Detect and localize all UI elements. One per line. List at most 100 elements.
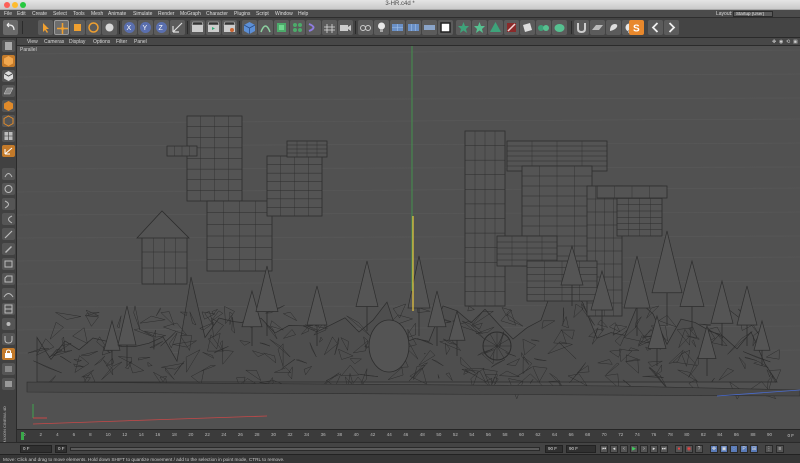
prev-frame-button[interactable]: ‹ — [620, 445, 628, 453]
move-tool-button[interactable] — [54, 20, 69, 35]
viewport-menu-filter[interactable]: Filter — [116, 39, 127, 45]
soft-selection-button[interactable] — [2, 183, 15, 195]
menu-plugins[interactable]: Plugins — [234, 11, 250, 17]
scale-tool-button[interactable] — [70, 20, 85, 35]
floor-object-button[interactable] — [322, 20, 337, 35]
preview-range-slider[interactable] — [70, 447, 540, 451]
viewport-3d[interactable]: Parallel — [17, 46, 800, 429]
model-mode-button[interactable] — [2, 55, 15, 67]
history-back-button[interactable] — [648, 20, 663, 35]
key-position-button[interactable]: ✥ — [710, 445, 718, 453]
coordinate-system-button[interactable] — [170, 20, 185, 35]
solo-view-button[interactable] — [438, 20, 453, 35]
sketch-toon-button[interactable] — [552, 20, 567, 35]
pen-spline-button[interactable] — [258, 20, 273, 35]
viewport-menu-panel[interactable]: Panel — [134, 39, 147, 45]
mograph-effector-button[interactable] — [472, 20, 487, 35]
goto-end-button[interactable]: ⏭ — [660, 445, 668, 453]
hair-object-button[interactable] — [536, 20, 551, 35]
preview-end-field[interactable]: 90 F — [545, 445, 563, 453]
camera-object-button[interactable] — [338, 20, 353, 35]
sculpt-brush-button[interactable] — [606, 20, 621, 35]
start-frame-field[interactable]: 0 F — [20, 445, 52, 453]
render-settings-button[interactable] — [222, 20, 237, 35]
array-generator-button[interactable] — [290, 20, 305, 35]
workplane-mode-button[interactable] — [2, 85, 15, 97]
timeline-options-button[interactable]: ⋮ — [765, 445, 773, 453]
undo-button[interactable] — [3, 20, 18, 35]
layout-dropdown[interactable]: Startup (User) — [733, 11, 773, 17]
y-axis-lock-button[interactable]: Y — [138, 20, 153, 35]
bridge-tool-button[interactable] — [2, 288, 15, 300]
bevel-tool-button[interactable] — [2, 273, 15, 285]
viewport-menu-view[interactable]: View — [27, 39, 38, 45]
menu-script[interactable]: Script — [256, 11, 269, 17]
paint-tool-button[interactable] — [2, 363, 15, 375]
play-button[interactable]: ▶ — [630, 445, 638, 453]
snap-toggle-button[interactable] — [574, 20, 589, 35]
goto-start-button[interactable]: ⏮ — [600, 445, 608, 453]
x-axis-lock-button[interactable]: X — [122, 20, 137, 35]
menu-mograph[interactable]: MoGraph — [180, 11, 201, 17]
record-button[interactable]: ● — [675, 445, 683, 453]
rotate-tool-button[interactable] — [86, 20, 101, 35]
move-view-icon[interactable]: ✥ — [772, 39, 776, 45]
brush-tool-button[interactable] — [2, 243, 15, 255]
light-object-button[interactable] — [358, 20, 373, 35]
subdivision-surface-button[interactable] — [274, 20, 289, 35]
viewport-menu-display[interactable]: Display — [69, 39, 85, 45]
menu-render[interactable]: Render — [158, 11, 174, 17]
next-frame-button[interactable]: › — [640, 445, 648, 453]
live-selection-button[interactable] — [38, 20, 53, 35]
lock-tool-button[interactable] — [2, 348, 15, 360]
menu-edit[interactable]: Edit — [17, 11, 26, 17]
workplane-button[interactable] — [590, 20, 605, 35]
keyframe-selection-button[interactable]: ? — [695, 445, 703, 453]
menu-mesh[interactable]: Mesh — [91, 11, 103, 17]
loop-cut-button[interactable] — [2, 303, 15, 315]
mograph-fracture-button[interactable] — [488, 20, 503, 35]
menu-select[interactable]: Select — [53, 11, 67, 17]
end-frame-field[interactable]: 90 F — [566, 445, 596, 453]
timeline-ruler[interactable]: 0 2 4 6 8 10 12 14 16 18 20 22 24 26 28 30 32 34 36 38 40 42 4… — [17, 429, 800, 441]
environment-object-button[interactable] — [422, 20, 437, 35]
viewport-menu-options[interactable]: Options — [93, 39, 110, 45]
toggle-views-icon[interactable]: ▣ — [793, 39, 798, 45]
render-picture-viewer-button[interactable] — [206, 20, 221, 35]
menu-character[interactable]: Character — [206, 11, 228, 17]
timeline-menu-button[interactable]: ≡ — [776, 445, 784, 453]
menu-create[interactable]: Create — [32, 11, 47, 17]
lightbulb-button[interactable] — [374, 20, 389, 35]
cube-object-button[interactable] — [242, 20, 257, 35]
preview-start-field[interactable]: 0 F — [55, 445, 67, 453]
key-rotation-button[interactable]: ◌ — [730, 445, 738, 453]
edges-mode-button[interactable] — [2, 115, 15, 127]
character-object-button[interactable] — [504, 20, 519, 35]
viewport-menu-cameras[interactable]: Cameras — [44, 39, 64, 45]
render-view-button[interactable] — [190, 20, 205, 35]
zoom-view-icon[interactable]: ⟲ — [786, 39, 790, 45]
recent-tools-button[interactable] — [102, 20, 117, 35]
sky-object-button[interactable] — [390, 20, 405, 35]
knife-tool-button[interactable] — [2, 228, 15, 240]
points-mode-button[interactable] — [2, 100, 15, 112]
quantize-button[interactable] — [2, 213, 15, 225]
key-scale-button[interactable]: ▣ — [720, 445, 728, 453]
weld-tool-button[interactable] — [2, 318, 15, 330]
tweak-mode-button[interactable] — [2, 168, 15, 180]
make-editable-button[interactable] — [2, 40, 15, 52]
next-key-button[interactable]: ▸ — [650, 445, 658, 453]
texture-tool-button[interactable] — [2, 378, 15, 390]
menu-help[interactable]: Help — [298, 11, 308, 17]
mograph-cloner-button[interactable] — [456, 20, 471, 35]
z-axis-lock-button[interactable]: Z — [154, 20, 169, 35]
menu-tools[interactable]: Tools — [73, 11, 85, 17]
polygons-mode-button[interactable] — [2, 130, 15, 142]
bend-deformer-button[interactable] — [306, 20, 321, 35]
autokey-button[interactable]: ◉ — [685, 445, 693, 453]
menu-window[interactable]: Window — [275, 11, 293, 17]
extrude-tool-button[interactable] — [2, 258, 15, 270]
background-object-button[interactable] — [406, 20, 421, 35]
history-forward-button[interactable] — [664, 20, 679, 35]
scripting-s-button[interactable]: S — [629, 20, 644, 35]
